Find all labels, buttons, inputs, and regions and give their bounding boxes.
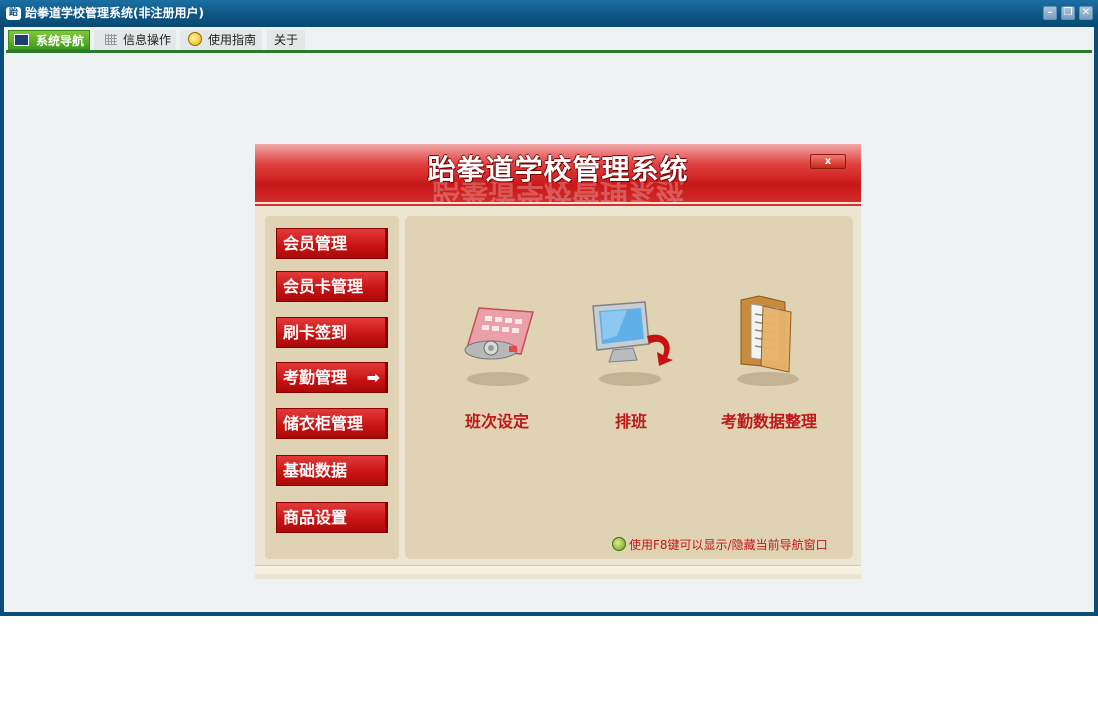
app-logo-icon: 跆 bbox=[6, 7, 21, 20]
menu-card-checkin[interactable]: 刷卡签到 bbox=[276, 317, 388, 348]
dialog-footer bbox=[255, 565, 861, 574]
menu-label: 刷卡签到 bbox=[283, 323, 348, 342]
tab-strip: 系统导航 信息操作 使用指南 关于 bbox=[4, 27, 1094, 54]
dialog-header: 跆拳道学校管理系统 跆拳道学校管理系统 x bbox=[255, 144, 861, 202]
maximize-button[interactable]: ❐ bbox=[1061, 6, 1075, 20]
function-label: 排班 bbox=[614, 412, 647, 431]
function-panel: 班次设定 排班 考勤数据整理 使用F8键可以显示/隐藏当前导航窗口 bbox=[405, 216, 853, 559]
menu-member-card-management[interactable]: 会员卡管理 bbox=[276, 271, 388, 302]
header-divider bbox=[255, 204, 861, 206]
title-bar[interactable]: 跆 跆拳道学校管理系统(非注册用户) – ❐ ✕ bbox=[0, 0, 1098, 27]
folder-document-icon bbox=[740, 295, 792, 373]
close-icon: ✕ bbox=[1081, 7, 1091, 18]
module-menu: 会员管理 会员卡管理 刷卡签到 考勤管理 ➡ 储衣柜管理 基础数据 商品设置 bbox=[265, 216, 399, 559]
help-icon bbox=[188, 32, 202, 46]
function-attendance-data-organize[interactable]: 考勤数据整理 bbox=[699, 294, 839, 444]
tab-label: 系统导航 bbox=[36, 34, 85, 48]
maximize-icon: ❐ bbox=[1063, 7, 1073, 18]
icon-shadow bbox=[737, 372, 799, 386]
function-label: 班次设定 bbox=[464, 412, 529, 431]
tab-system-navigation[interactable]: 系统导航 bbox=[8, 30, 90, 50]
window-title: 跆拳道学校管理系统(非注册用户) bbox=[25, 6, 204, 20]
menu-locker-management[interactable]: 储衣柜管理 bbox=[276, 408, 388, 439]
client-area: 系统导航 信息操作 使用指南 关于 跆拳道学校管理系统 跆拳道学校管理系统 x bbox=[4, 27, 1094, 612]
tab-about[interactable]: 关于 bbox=[267, 30, 305, 50]
f8-hint: 使用F8键可以显示/隐藏当前导航窗口 bbox=[612, 536, 848, 554]
schedule-keypad-icon bbox=[464, 307, 534, 360]
icon-shadow bbox=[599, 372, 661, 386]
tab-info-operations[interactable]: 信息操作 bbox=[94, 30, 176, 50]
minimize-icon: – bbox=[1047, 7, 1053, 18]
menu-label: 储衣柜管理 bbox=[283, 414, 364, 433]
menu-label: 会员管理 bbox=[283, 234, 348, 253]
arrow-right-icon: ➡ bbox=[366, 368, 380, 387]
hint-text: 使用F8键可以显示/隐藏当前导航窗口 bbox=[629, 538, 828, 552]
grid-icon bbox=[105, 34, 117, 45]
tab-label: 关于 bbox=[274, 33, 299, 47]
monitor-icon bbox=[14, 34, 29, 46]
tab-label: 使用指南 bbox=[208, 33, 257, 47]
close-button[interactable]: ✕ bbox=[1079, 6, 1093, 20]
function-shift-settings[interactable]: 班次设定 bbox=[427, 294, 567, 444]
navigation-dialog: 跆拳道学校管理系统 跆拳道学校管理系统 x 会员管理 会员卡管理 刷卡签到 考勤… bbox=[255, 144, 861, 579]
dialog-title-reflection: 跆拳道学校管理系统 bbox=[431, 182, 684, 202]
icon-shadow bbox=[467, 372, 529, 386]
menu-product-settings[interactable]: 商品设置 bbox=[276, 502, 388, 533]
hint-icon bbox=[612, 537, 626, 551]
menu-basic-data[interactable]: 基础数据 bbox=[276, 455, 388, 486]
minimize-button[interactable]: – bbox=[1043, 6, 1057, 20]
function-label: 考勤数据整理 bbox=[720, 412, 817, 431]
tab-user-guide[interactable]: 使用指南 bbox=[180, 30, 262, 50]
menu-label: 商品设置 bbox=[283, 508, 348, 527]
menu-label: 考勤管理 bbox=[283, 368, 348, 387]
menu-label: 基础数据 bbox=[283, 461, 348, 480]
function-scheduling[interactable]: 排班 bbox=[561, 294, 701, 444]
monitor-arrow-icon bbox=[592, 301, 673, 366]
menu-label: 会员卡管理 bbox=[283, 277, 364, 296]
tab-underline bbox=[6, 50, 1092, 53]
menu-attendance-management[interactable]: 考勤管理 ➡ bbox=[276, 362, 388, 393]
menu-member-management[interactable]: 会员管理 bbox=[276, 228, 388, 259]
main-window: 跆 跆拳道学校管理系统(非注册用户) – ❐ ✕ 系统导航 信息操作 使用指南 … bbox=[0, 0, 1098, 616]
dialog-close-button[interactable]: x bbox=[810, 154, 846, 169]
tab-label: 信息操作 bbox=[123, 33, 172, 47]
